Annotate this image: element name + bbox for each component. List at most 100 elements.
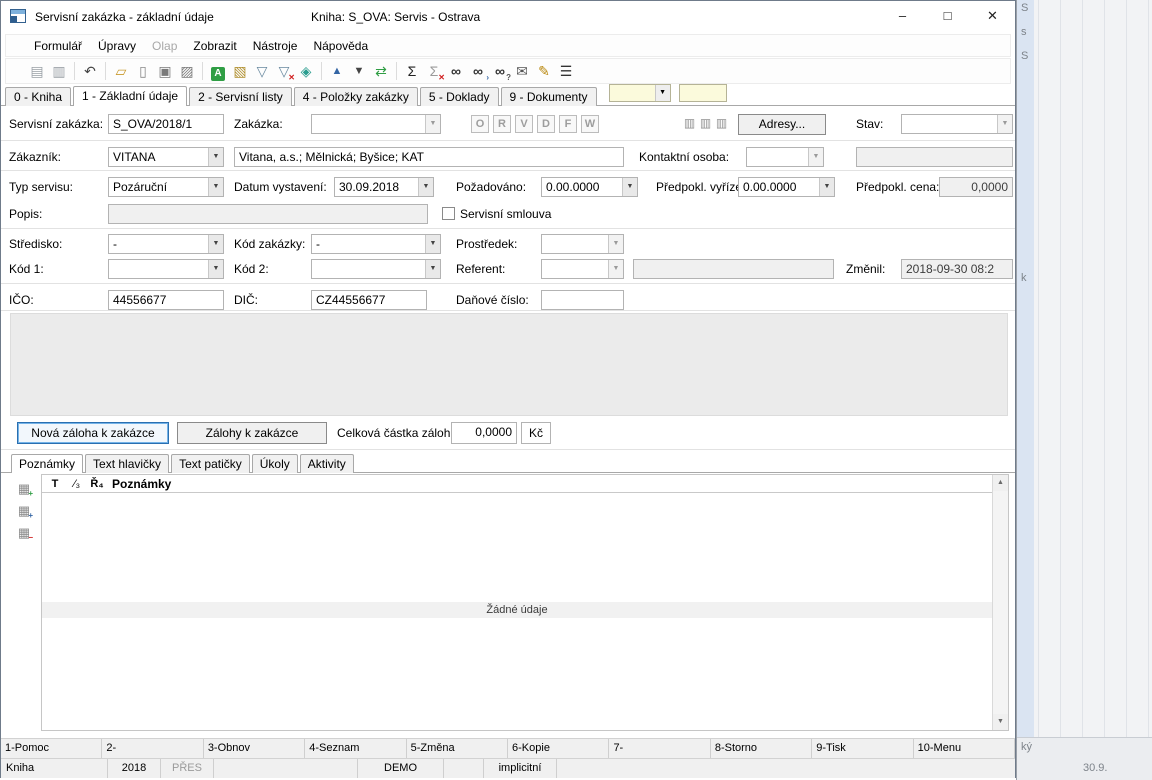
servisni-smlouva-checkbox[interactable] <box>442 207 455 220</box>
menu-olap: Olap <box>144 37 185 55</box>
find-icon[interactable]: ∞ <box>445 61 467 81</box>
note-add-icon[interactable]: ▦+ <box>15 481 33 497</box>
mail-icon[interactable]: ✉ <box>511 61 533 81</box>
tab-servisni-listy[interactable]: 2 - Servisní listy <box>189 87 292 106</box>
filter-icon[interactable]: ▽ <box>251 61 273 81</box>
find-next-icon[interactable]: ∞› <box>467 61 489 81</box>
background-text: 30.9. <box>1083 762 1107 774</box>
kod-2-label: Kód 2: <box>234 262 269 276</box>
celkova-castka-label: Celková částka záloh: <box>337 426 454 440</box>
layers-icon[interactable]: ◈ <box>295 61 317 81</box>
filter-clear-icon[interactable]: ▽✕ <box>273 61 295 81</box>
sum-clear-icon[interactable]: Σ✕ <box>423 61 445 81</box>
note-delete-icon[interactable]: ▦− <box>15 525 33 541</box>
menu-zobrazit[interactable]: Zobrazit <box>185 37 244 55</box>
notes-icon[interactable]: ✎ <box>533 61 555 81</box>
nova-zaloha-button[interactable]: Nová záloha k zakázce <box>17 422 169 444</box>
typ-servisu-combo[interactable]: Pozáruční▼ <box>108 177 224 197</box>
chevron-down-icon[interactable]: ▼ <box>425 235 440 253</box>
fn-storno[interactable]: 8-Storno <box>711 739 812 758</box>
scroll-up-icon[interactable]: ▲ <box>993 475 1008 491</box>
tab-aktivity[interactable]: Aktivity <box>300 454 354 473</box>
kod-1-combo[interactable]: ▼ <box>108 259 224 279</box>
datum-vystaveni-combo[interactable]: 30.09.2018▼ <box>334 177 434 197</box>
tab-ukoly[interactable]: Úkoly <box>252 454 298 473</box>
sum-icon[interactable]: Σ <box>401 61 423 81</box>
zakaznik-combo[interactable]: VITANA▼ <box>108 147 224 167</box>
quick-filter-combo[interactable]: ▼ <box>609 84 671 102</box>
preview-icon[interactable]: ▧ <box>229 61 251 81</box>
open-icon[interactable]: ▱ <box>110 61 132 81</box>
catalog-icon[interactable]: A <box>207 61 229 81</box>
scroll-down-icon[interactable]: ▼ <box>993 714 1008 730</box>
pozadovano-combo[interactable]: 0.00.0000▼ <box>541 177 638 197</box>
menu-formular[interactable]: Formulář <box>26 37 90 55</box>
fn-seznam[interactable]: 4-Seznam <box>305 739 406 758</box>
adresy-button[interactable]: Adresy... <box>738 114 826 135</box>
tab-kniha[interactable]: 0 - Kniha <box>5 87 71 106</box>
close-button[interactable]: ✕ <box>970 1 1015 31</box>
save-all-icon[interactable]: ▥ <box>48 61 70 81</box>
tab-dokumenty[interactable]: 9 - Dokumenty <box>501 87 597 106</box>
fn-7[interactable]: 7- <box>609 739 710 758</box>
dic-field[interactable]: CZ44556677 <box>311 290 427 310</box>
refresh-icon[interactable]: ⇄ <box>370 61 392 81</box>
address-grid-icon[interactable]: ▥ <box>714 116 729 131</box>
tab-polozky-zakazky[interactable]: 4 - Položky zakázky <box>294 87 418 106</box>
chevron-down-icon[interactable]: ▼ <box>208 178 223 196</box>
menu-upravy[interactable]: Úpravy <box>90 37 144 55</box>
chevron-down-icon[interactable]: ▼ <box>208 148 223 166</box>
servisni-zakazka-field[interactable]: S_OVA/2018/1 <box>108 114 224 134</box>
quick-filter-field[interactable] <box>679 84 727 102</box>
chevron-down-icon[interactable]: ▼ <box>622 178 637 196</box>
copy-icon[interactable]: ▣ <box>154 61 176 81</box>
ico-field[interactable]: 44556677 <box>108 290 224 310</box>
save-icon[interactable]: ▤ <box>26 61 48 81</box>
predpokl-vyrizeni-combo[interactable]: 0.00.0000▼ <box>738 177 835 197</box>
tab-doklady[interactable]: 5 - Doklady <box>420 87 499 106</box>
stredisko-combo[interactable]: -▼ <box>108 234 224 254</box>
chevron-down-icon[interactable]: ▼ <box>425 260 440 278</box>
chevron-down-icon[interactable]: ▼ <box>819 178 834 196</box>
menu-nastroje[interactable]: Nástroje <box>245 37 306 55</box>
fn-obnov[interactable]: 3-Obnov <box>204 739 305 758</box>
new-document-icon[interactable]: ▯ <box>132 61 154 81</box>
kod-2-combo[interactable]: ▼ <box>311 259 441 279</box>
tab-poznamky[interactable]: Poznámky <box>11 454 83 473</box>
fn-menu[interactable]: 10-Menu <box>914 739 1015 758</box>
zakaznik-detail-field[interactable]: Vitana, a.s.; Mělnická; Byšice; KAT <box>234 147 624 167</box>
danove-cislo-field[interactable] <box>541 290 624 310</box>
chevron-down-icon[interactable]: ▼ <box>208 260 223 278</box>
danove-cislo-label: Daňové číslo: <box>456 293 529 307</box>
celkova-castka-field[interactable]: 0,0000 <box>451 422 517 444</box>
minimize-button[interactable]: – <box>880 1 925 31</box>
background-text: S <box>1021 2 1028 14</box>
paste-icon[interactable]: ▨ <box>176 61 198 81</box>
address-grid-icon[interactable]: ▥ <box>698 116 713 131</box>
fn-tisk[interactable]: 9-Tisk <box>812 739 913 758</box>
status-empty-2 <box>444 759 484 778</box>
list-icon[interactable]: ☰ <box>555 61 577 81</box>
undo-icon[interactable]: ↶ <box>79 61 101 81</box>
menu-napoveda[interactable]: Nápověda <box>305 37 376 55</box>
fn-kopie[interactable]: 6-Kopie <box>508 739 609 758</box>
move-down-icon[interactable]: ▼ <box>348 61 370 81</box>
fn-2[interactable]: 2- <box>102 739 203 758</box>
fn-pomoc[interactable]: 1-Pomoc <box>1 739 102 758</box>
address-grid-icon[interactable]: ▥ <box>682 116 697 131</box>
background-text: ký <box>1021 741 1032 753</box>
tab-zakladni-udaje[interactable]: 1 - Základní údaje <box>73 86 187 106</box>
kod-zakazky-combo[interactable]: -▼ <box>311 234 441 254</box>
find-special-icon[interactable]: ∞? <box>489 61 511 81</box>
zakaznik-label: Zákazník: <box>9 150 61 164</box>
chevron-down-icon[interactable]: ▼ <box>655 85 670 101</box>
zalohy-button[interactable]: Zálohy k zakázce <box>177 422 327 444</box>
note-copy-icon[interactable]: ▦+ <box>15 503 33 519</box>
chevron-down-icon[interactable]: ▼ <box>418 178 433 196</box>
tab-text-paticky[interactable]: Text patičky <box>171 454 250 473</box>
fn-zmena[interactable]: 5-Změna <box>407 739 508 758</box>
maximize-button[interactable]: □ <box>925 1 970 31</box>
chevron-down-icon[interactable]: ▼ <box>208 235 223 253</box>
tab-text-hlavicky[interactable]: Text hlavičky <box>85 454 169 473</box>
move-up-icon[interactable]: ▲ <box>326 61 348 81</box>
